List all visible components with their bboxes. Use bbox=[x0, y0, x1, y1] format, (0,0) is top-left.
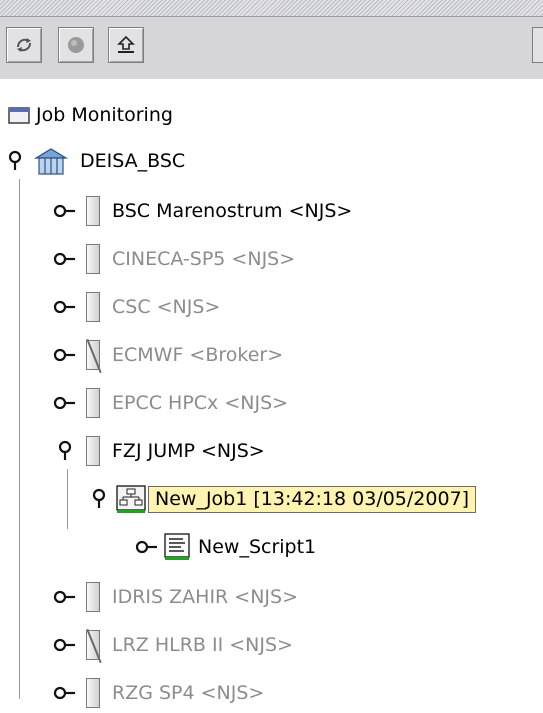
stop-icon bbox=[68, 37, 84, 53]
broker-icon bbox=[86, 630, 100, 660]
server-icon bbox=[86, 582, 100, 612]
job-label: New_Job1 [13:42:18 03/05/2007] bbox=[148, 485, 477, 513]
node-label: BSC Marenostrum <NJS> bbox=[112, 200, 353, 222]
node-label: EPCC HPCx <NJS> bbox=[112, 392, 289, 414]
script-icon bbox=[164, 533, 190, 561]
node-label: RZG SP4 <NJS> bbox=[112, 682, 265, 704]
node-label: LRZ HLRB II <NJS> bbox=[112, 634, 293, 656]
server-icon bbox=[86, 292, 100, 322]
collapsed-handle-icon[interactable] bbox=[134, 535, 160, 559]
toolbar bbox=[0, 17, 543, 80]
collapsed-handle-icon[interactable] bbox=[52, 247, 78, 271]
server-icon bbox=[86, 388, 100, 418]
refresh-icon bbox=[17, 38, 31, 52]
node-label: CINECA-SP5 <NJS> bbox=[112, 248, 296, 270]
tree-item-node[interactable]: BSC Marenostrum <NJS> bbox=[52, 191, 352, 231]
upload-button[interactable] bbox=[108, 27, 144, 63]
folder-icon bbox=[8, 106, 30, 124]
toolbar-overflow-button[interactable] bbox=[532, 27, 543, 63]
tree-item-script[interactable]: New_Script1 bbox=[134, 527, 316, 567]
tree-root-label: Job Monitoring bbox=[36, 104, 173, 126]
script-label: New_Script1 bbox=[198, 536, 317, 558]
tree-guide-line bbox=[19, 179, 20, 699]
tree-item-job[interactable]: New_Job1 [13:42:18 03/05/2007] bbox=[86, 479, 477, 519]
expanded-handle-icon[interactable] bbox=[86, 487, 112, 511]
stop-button[interactable] bbox=[58, 27, 94, 63]
node-label: FZJ JUMP <NJS> bbox=[112, 440, 265, 462]
collapsed-handle-icon[interactable] bbox=[52, 633, 78, 657]
broker-icon bbox=[86, 340, 100, 370]
expanded-handle-icon[interactable] bbox=[52, 439, 78, 463]
tree-item-node[interactable]: LRZ HLRB II <NJS> bbox=[52, 625, 293, 665]
refresh-button[interactable] bbox=[6, 27, 42, 63]
node-label: CSC <NJS> bbox=[112, 296, 221, 318]
tree-item-node[interactable]: ECMWF <Broker> bbox=[52, 335, 283, 375]
tree-item-node[interactable]: CSC <NJS> bbox=[52, 287, 220, 327]
collapsed-handle-icon[interactable] bbox=[52, 391, 78, 415]
collapsed-handle-icon[interactable] bbox=[52, 199, 78, 223]
home-icon bbox=[34, 146, 68, 176]
workflow-icon bbox=[116, 485, 146, 513]
upload-icon bbox=[117, 35, 135, 53]
job-monitoring-tree: Job Monitoring DEISA_BSC BSC Marenostrum… bbox=[0, 79, 543, 708]
tree-item-node-expanded[interactable]: FZJ JUMP <NJS> bbox=[52, 431, 265, 471]
tree-item-site[interactable]: DEISA_BSC bbox=[2, 141, 185, 181]
expanded-handle-icon[interactable] bbox=[2, 149, 28, 173]
server-icon bbox=[86, 196, 100, 226]
collapsed-handle-icon[interactable] bbox=[52, 343, 78, 367]
tree-item-node[interactable]: CINECA-SP5 <NJS> bbox=[52, 239, 295, 279]
node-label: IDRIS ZAHIR <NJS> bbox=[112, 586, 299, 608]
tree-item-node[interactable]: EPCC HPCx <NJS> bbox=[52, 383, 288, 423]
tree-root-job-monitoring[interactable]: Job Monitoring bbox=[8, 95, 173, 135]
tree-item-node[interactable]: IDRIS ZAHIR <NJS> bbox=[52, 577, 298, 617]
server-icon bbox=[86, 244, 100, 274]
collapsed-handle-icon[interactable] bbox=[52, 295, 78, 319]
tree-guide-line bbox=[67, 469, 68, 529]
tree-item-node[interactable]: RZG SP4 <NJS> bbox=[52, 673, 264, 713]
site-label: DEISA_BSC bbox=[80, 150, 186, 172]
window-title-strip bbox=[0, 0, 543, 17]
node-label: ECMWF <Broker> bbox=[112, 344, 284, 366]
server-icon bbox=[86, 678, 100, 708]
collapsed-handle-icon[interactable] bbox=[52, 585, 78, 609]
server-icon bbox=[86, 436, 100, 466]
collapsed-handle-icon[interactable] bbox=[52, 681, 78, 705]
